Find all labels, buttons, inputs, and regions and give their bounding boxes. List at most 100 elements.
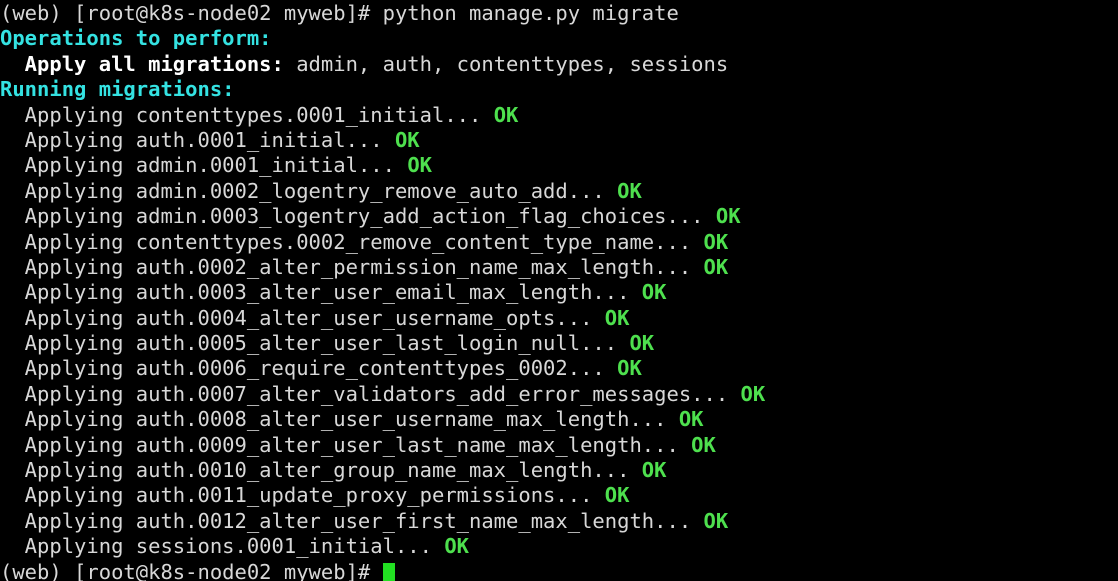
migration-status-ok: OK [493, 102, 519, 127]
migration-line: Applying auth.0008_alter_user_username_m… [0, 407, 1118, 432]
applying-prefix: Applying [0, 356, 136, 381]
applying-prefix: Applying [0, 407, 136, 432]
operations-header: Operations to perform: [0, 26, 272, 51]
migration-name: auth.0006_require_contenttypes_0002 [135, 356, 568, 381]
migration-ellipsis: ... [629, 407, 679, 432]
migration-ellipsis: ... [654, 229, 704, 254]
migration-status-ok: OK [394, 127, 420, 152]
shell-prompt: (web) [root@k8s-node02 myweb]# [0, 1, 371, 25]
migration-line: Applying admin.0003_logentry_add_action_… [0, 204, 1118, 229]
migration-line: Applying contenttypes.0002_remove_conten… [0, 230, 1118, 255]
migration-ellipsis: ... [567, 178, 618, 203]
applying-prefix: Applying [0, 534, 136, 559]
applying-prefix: Applying [0, 280, 136, 305]
final-prompt-line: (web) [root@k8s-node02 myweb]# [0, 560, 1118, 581]
apply-migrations-line: Apply all migrations: admin, auth, conte… [0, 52, 1118, 77]
migration-output-list: Applying contenttypes.0001_initial... OK… [0, 103, 1118, 560]
migration-ellipsis: ... [555, 483, 605, 508]
migration-status-ok: OK [678, 407, 704, 432]
migration-name: auth.0007_alter_validators_add_error_mes… [135, 381, 692, 406]
text-cursor [382, 562, 395, 581]
migration-status-ok: OK [629, 331, 655, 356]
migration-line: Applying sessions.0001_initial... OK [0, 534, 1118, 559]
migration-ellipsis: ... [394, 534, 445, 559]
migration-name: contenttypes.0002_remove_content_type_na… [135, 229, 655, 254]
migration-ellipsis: ... [654, 254, 704, 279]
applying-prefix: Applying [0, 229, 136, 254]
migration-ellipsis: ... [641, 432, 692, 457]
migration-ellipsis: ... [666, 204, 716, 229]
command-line: (web) [root@k8s-node02 myweb]# python ma… [0, 1, 1118, 26]
shell-command: python manage.py migrate [370, 1, 679, 25]
migration-line: Applying admin.0001_initial... OK [0, 153, 1118, 178]
terminal-window[interactable]: (web) [root@k8s-node02 myweb]# python ma… [0, 0, 1118, 581]
migration-name: contenttypes.0001_initial [135, 102, 445, 127]
migration-line: Applying auth.0006_require_contenttypes_… [0, 356, 1118, 381]
migration-status-ok: OK [715, 204, 741, 229]
migration-ellipsis: ... [580, 331, 630, 356]
migration-line: Applying auth.0012_alter_user_first_name… [0, 509, 1118, 534]
migration-name: sessions.0001_initial [135, 534, 395, 559]
applying-prefix: Applying [0, 254, 136, 279]
migration-status-ok: OK [691, 432, 716, 457]
migration-line: Applying auth.0009_alter_user_last_name_… [0, 433, 1118, 458]
migration-name: auth.0012_alter_user_first_name_max_leng… [135, 508, 655, 533]
operations-header-line: Operations to perform: [0, 26, 1118, 51]
migration-name: admin.0002_logentry_remove_auto_add [135, 178, 568, 203]
migration-line: Applying auth.0007_alter_validators_add_… [0, 382, 1118, 407]
migration-line: Applying auth.0004_alter_user_username_o… [0, 306, 1118, 331]
migration-line: Applying auth.0003_alter_user_email_max_… [0, 280, 1118, 305]
migration-line: Applying auth.0010_alter_group_name_max_… [0, 458, 1118, 483]
migration-name: auth.0004_alter_user_username_opts [135, 305, 556, 330]
migration-name: auth.0005_alter_user_last_login_null [135, 331, 581, 356]
applying-prefix: Applying [0, 331, 136, 356]
migration-status-ok: OK [604, 483, 630, 508]
migration-ellipsis: ... [592, 458, 642, 483]
applying-prefix: Applying [0, 483, 136, 508]
shell-prompt-final: (web) [root@k8s-node02 myweb]# [0, 559, 383, 581]
migration-ellipsis: ... [592, 280, 642, 305]
migration-ellipsis: ... [567, 356, 618, 381]
migration-name: auth.0010_alter_group_name_max_length [135, 458, 593, 483]
apply-migrations-apps: admin, auth, contenttypes, sessions [283, 51, 729, 76]
migration-name: admin.0003_logentry_add_action_flag_choi… [135, 204, 667, 229]
migration-status-ok: OK [407, 153, 432, 178]
migration-name: auth.0001_initial [135, 127, 346, 152]
running-migrations-header: Running migrations: [0, 77, 235, 102]
migration-status-ok: OK [703, 254, 729, 279]
migration-status-ok: OK [740, 381, 766, 406]
applying-prefix: Applying [0, 127, 136, 152]
migration-status-ok: OK [617, 356, 642, 381]
migration-status-ok: OK [703, 229, 729, 254]
applying-prefix: Applying [0, 102, 136, 127]
migration-name: auth.0008_alter_user_username_max_length [135, 407, 630, 432]
migration-line: Applying auth.0002_alter_permission_name… [0, 255, 1118, 280]
migration-name: auth.0002_alter_permission_name_max_leng… [135, 254, 655, 279]
running-header-line: Running migrations: [0, 77, 1118, 102]
migration-status-ok: OK [641, 458, 667, 483]
migration-ellipsis: ... [654, 508, 704, 533]
migration-status-ok: OK [444, 534, 470, 559]
migration-ellipsis: ... [555, 305, 605, 330]
migration-ellipsis: ... [345, 127, 395, 152]
migration-line: Applying contenttypes.0001_initial... OK [0, 103, 1118, 128]
migration-ellipsis: ... [357, 153, 408, 178]
applying-prefix: Applying [0, 381, 136, 406]
migration-ellipsis: ... [691, 381, 741, 406]
migration-status-ok: OK [703, 508, 729, 533]
migration-line: Applying admin.0002_logentry_remove_auto… [0, 179, 1118, 204]
migration-status-ok: OK [641, 280, 667, 305]
applying-prefix: Applying [0, 305, 136, 330]
apply-migrations-label: Apply all migrations: [0, 51, 284, 76]
applying-prefix: Applying [0, 508, 136, 533]
migration-name: auth.0009_alter_user_last_name_max_lengt… [135, 432, 642, 457]
applying-prefix: Applying [0, 432, 136, 457]
migration-line: Applying auth.0001_initial... OK [0, 128, 1118, 153]
migration-ellipsis: ... [444, 102, 494, 127]
migration-line: Applying auth.0011_update_proxy_permissi… [0, 483, 1118, 508]
applying-prefix: Applying [0, 458, 136, 483]
migration-name: admin.0001_initial [135, 153, 358, 178]
migration-line: Applying auth.0005_alter_user_last_login… [0, 331, 1118, 356]
applying-prefix: Applying [0, 204, 136, 229]
migration-name: auth.0003_alter_user_email_max_length [135, 280, 593, 305]
